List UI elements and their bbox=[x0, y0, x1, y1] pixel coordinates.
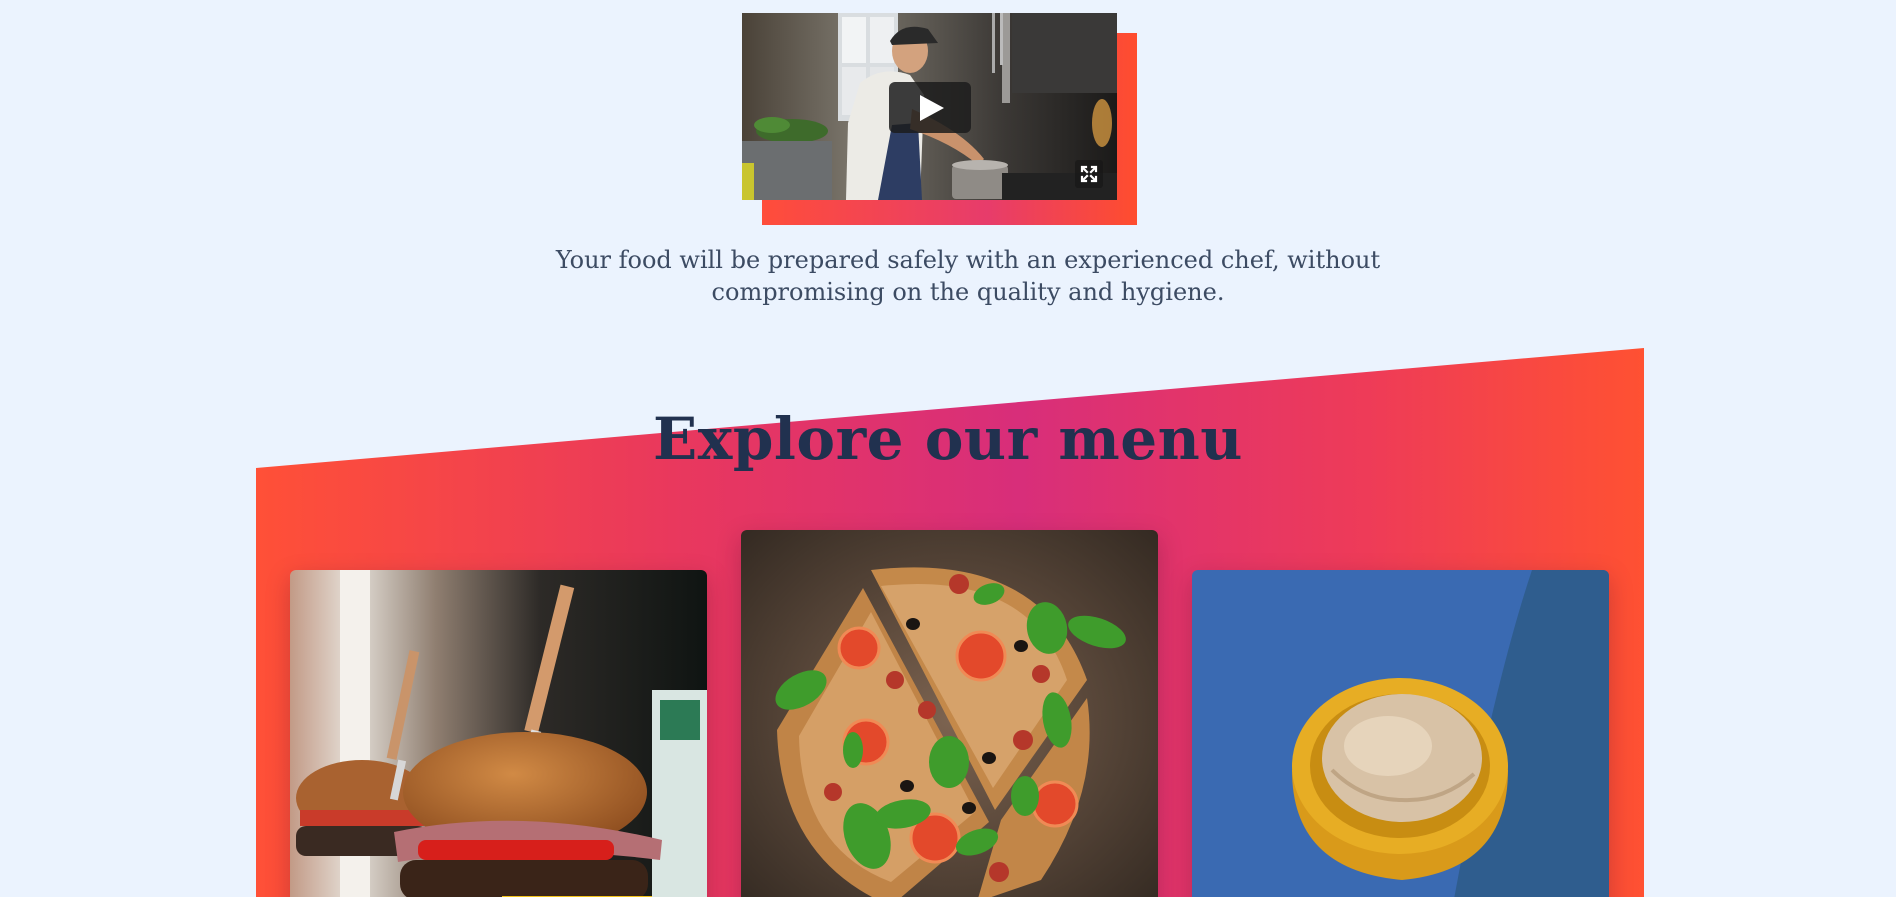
expand-icon bbox=[1080, 165, 1098, 183]
page: Your food will be prepared safely with a… bbox=[0, 0, 1896, 897]
menu-card-ice-cream[interactable] bbox=[1192, 570, 1609, 897]
chef-video-container bbox=[742, 13, 1137, 225]
intro-description: Your food will be prepared safely with a… bbox=[555, 246, 1381, 306]
menu-card-burger[interactable] bbox=[290, 570, 707, 897]
menu-section-title: Explore our menu bbox=[653, 405, 1243, 473]
chef-video-player[interactable] bbox=[742, 13, 1117, 200]
ice-cream-photo bbox=[1192, 570, 1609, 897]
burger-photo bbox=[290, 570, 707, 897]
play-button[interactable] bbox=[889, 82, 971, 133]
pizza-photo bbox=[741, 530, 1158, 897]
menu-card-pizza[interactable] bbox=[741, 530, 1158, 897]
fullscreen-button[interactable] bbox=[1075, 160, 1103, 188]
